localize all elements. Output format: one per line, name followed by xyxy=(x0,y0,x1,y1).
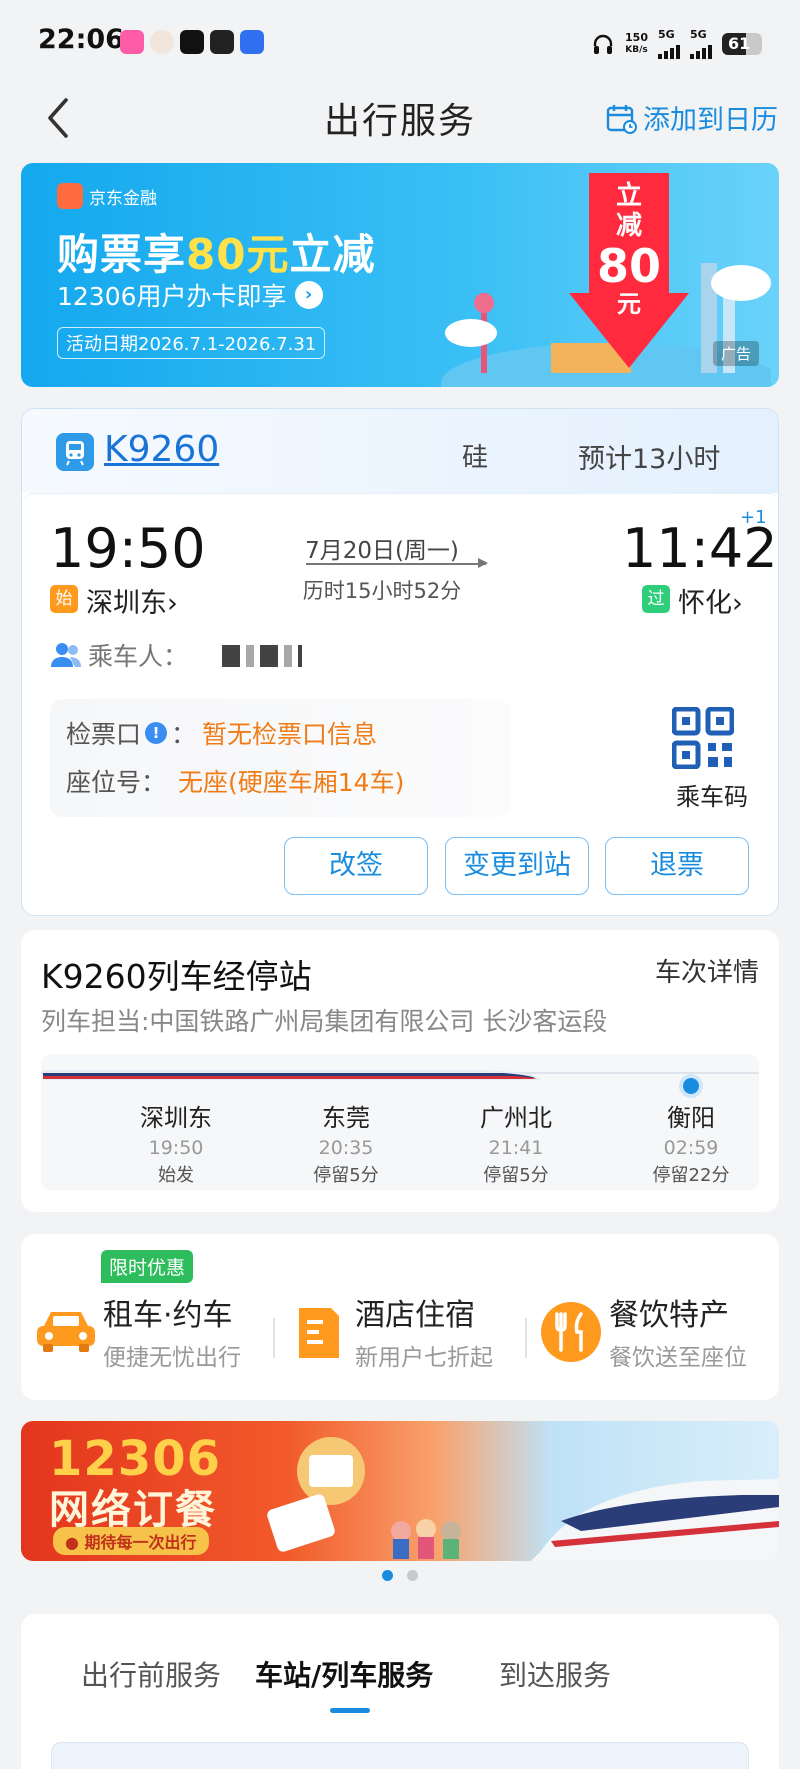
high-speed-train-illustration xyxy=(531,1479,779,1561)
current-position-marker xyxy=(683,1078,699,1094)
dining-service[interactable]: 餐饮特产 餐饮送至座位 xyxy=(609,1290,747,1372)
tab-station-train[interactable]: 车站/列车服务 xyxy=(255,1654,433,1694)
smile-app-icon xyxy=(180,30,204,54)
divider xyxy=(525,1318,527,1358)
avatar-notification-icon xyxy=(150,30,174,54)
bullet-train-icon xyxy=(43,1070,543,1080)
dining-icon xyxy=(541,1302,601,1362)
tab-content-panel xyxy=(51,1742,749,1769)
message-app-icon xyxy=(210,30,234,54)
train-icon xyxy=(56,433,94,471)
tab-arrival[interactable]: 到达服务 xyxy=(499,1654,611,1694)
gate-label: 检票口!： xyxy=(66,720,197,749)
seat-label: 座位号： xyxy=(66,768,167,797)
info-icon[interactable]: ! xyxy=(145,722,168,744)
carousel-indicator xyxy=(0,1570,800,1581)
signal-1: 5G xyxy=(658,28,680,59)
estimated-duration: 预计13小时 xyxy=(578,444,721,475)
stops-title: K9260列车经停站 xyxy=(41,957,312,996)
app-notification-icon xyxy=(120,30,144,54)
jd-finance-logo-icon xyxy=(57,183,83,209)
signal-bars-icon xyxy=(658,41,680,59)
chevron-right-icon: › xyxy=(294,281,323,309)
passing-tag: 过 xyxy=(642,585,670,613)
service-tabs-card: 出行前服务 车站/列车服务 到达服务 xyxy=(21,1614,779,1769)
card-promo-banner[interactable]: 京东金融 购票享80元立减 12306用户办卡即享 › 活动日期2026.7.1-… xyxy=(21,163,779,387)
carousel-dot[interactable] xyxy=(407,1570,418,1581)
meal-box-illustration xyxy=(267,1437,461,1559)
add-to-calendar-label: 添加到日历 xyxy=(643,105,778,136)
active-tab-indicator xyxy=(330,1708,370,1713)
car-icon xyxy=(37,1312,95,1352)
hotel-service[interactable]: 酒店住宿 新用户七折起 xyxy=(355,1290,493,1372)
origin-tag: 始 xyxy=(50,585,78,613)
signal-bars-icon xyxy=(690,41,712,59)
route-line xyxy=(306,563,486,565)
badge-text: 立 减 80 元 xyxy=(596,181,661,318)
status-right: 150 KB/s 5G 5G 61 xyxy=(591,28,762,59)
banner-headline: 购票享80元立减 xyxy=(57,230,376,279)
stops-card: K9260列车经停站 车次详情 列车担当:中国铁路广州局集团有限公司 长沙客运段… xyxy=(21,930,779,1212)
tab-pre-trip[interactable]: 出行前服务 xyxy=(81,1654,221,1694)
travel-date: 7月20日(周一) xyxy=(305,538,459,564)
banner-subline: 12306用户办卡即享 › xyxy=(57,277,323,313)
departure-time: 19:50 xyxy=(50,517,206,580)
gate-value: 暂无检票口信息 xyxy=(202,720,378,749)
stop-item[interactable]: 深圳东 19:50 始发 xyxy=(101,1098,251,1187)
calendar-icon xyxy=(606,104,637,134)
car-service[interactable]: 租车·约车 便捷无忧出行 xyxy=(103,1290,241,1372)
settings-app-icon xyxy=(240,30,264,54)
qr-code-icon[interactable] xyxy=(672,707,734,769)
banner-date-range: 活动日期2026.7.1-2026.7.31 xyxy=(57,327,326,359)
refund-button[interactable]: 退票 xyxy=(605,837,749,895)
limited-offer-badge: 限时优惠 xyxy=(101,1250,194,1283)
network-speed: 150 KB/s xyxy=(625,30,648,55)
passenger-name-masked xyxy=(222,645,302,667)
next-day-marker: +1 xyxy=(740,507,767,528)
travel-duration: 历时15小时52分 xyxy=(302,579,462,603)
banner-brand: 京东金融 xyxy=(57,183,157,209)
headphones-icon xyxy=(593,34,613,54)
change-ticket-button[interactable]: 改签 xyxy=(284,837,428,895)
train-details-link[interactable]: 车次详情 xyxy=(655,952,759,989)
battery-icon: 61 xyxy=(722,32,762,55)
departure-station-link[interactable]: 深圳东› xyxy=(86,581,178,620)
ticket-card: K9260 硅 预计13小时 19:50 7月20日(周一) 历时15小时52分… xyxy=(21,408,779,916)
train-operator: 列车担当:中国铁路广州局集团有限公司 长沙客运段 xyxy=(41,1007,608,1036)
services-card: 限时优惠 租车·约车 便捷无忧出行 酒店住宿 新用户七折起 餐饮特产 餐饮送至座位 xyxy=(21,1234,779,1400)
seat-value: 无座(硬座车厢14车) xyxy=(178,768,405,797)
signal-2: 5G xyxy=(690,28,712,59)
stop-item[interactable]: 衡阳 02:59 停留22分 xyxy=(616,1098,766,1187)
status-bar: 22:06 150 KB/s 5G 5G 61 xyxy=(0,0,800,80)
status-time: 22:06 xyxy=(38,24,124,55)
boarding-code-label[interactable]: 乘车码 xyxy=(632,777,778,812)
hotel-icon xyxy=(299,1308,339,1358)
change-destination-button[interactable]: 变更到站 xyxy=(445,837,589,895)
ad-label: 广告 xyxy=(712,341,759,366)
train-number-link[interactable]: K9260 xyxy=(104,429,219,470)
stop-item[interactable]: 广州北 21:41 停留5分 xyxy=(441,1098,591,1187)
carousel-dot-active[interactable] xyxy=(382,1570,393,1581)
arrival-station-link[interactable]: 怀化› xyxy=(678,581,743,620)
meal-order-banner[interactable]: 12306 网络订餐 ● 期待每一次出行 xyxy=(21,1421,779,1561)
stop-item[interactable]: 东莞 20:35 停留5分 xyxy=(271,1098,421,1187)
passenger-icon xyxy=(51,643,81,667)
add-to-calendar-button[interactable]: 添加到日历 xyxy=(605,98,778,137)
route-arrow-icon xyxy=(478,558,488,568)
passenger-label: 乘车人： xyxy=(88,642,189,671)
meal-banner-slogan: ● 期待每一次出行 xyxy=(53,1527,209,1555)
divider xyxy=(273,1318,275,1358)
header-fragment: 硅 xyxy=(462,443,489,473)
